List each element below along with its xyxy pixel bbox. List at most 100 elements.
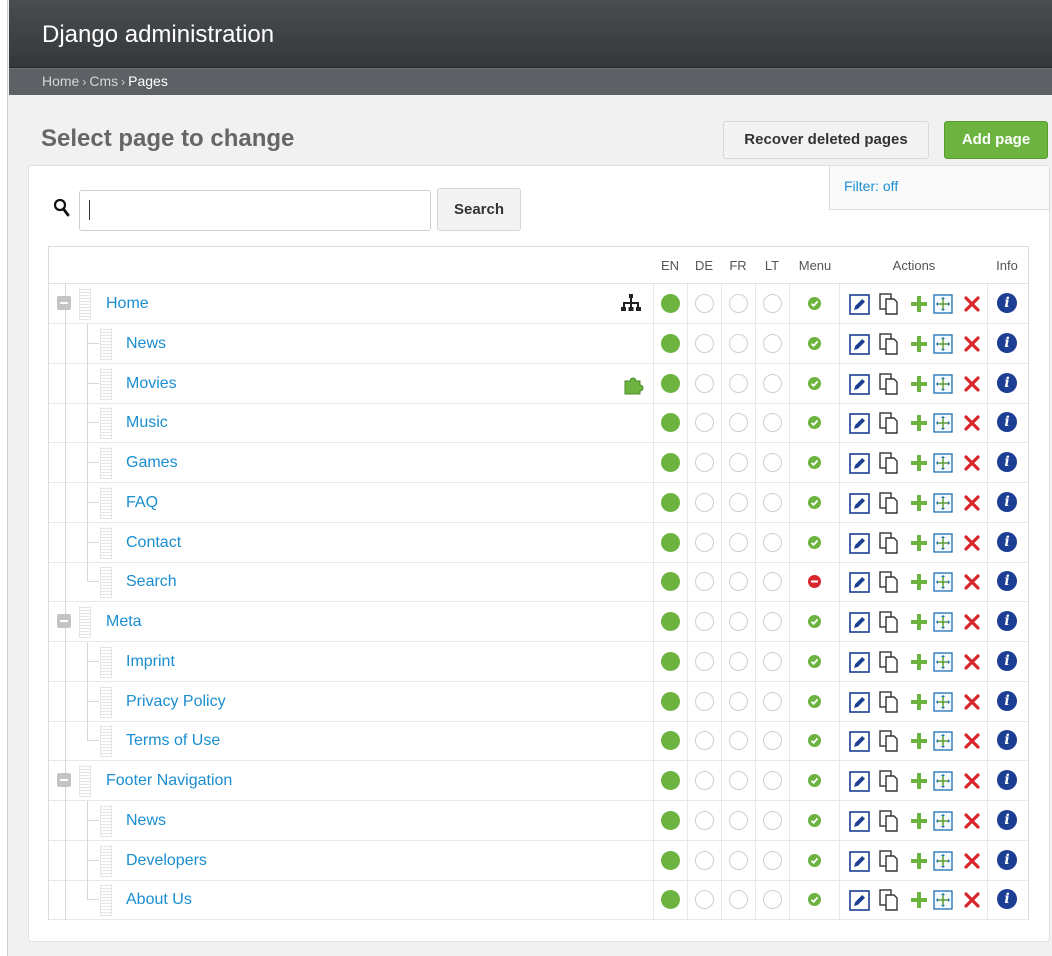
delete-x-icon[interactable] xyxy=(963,412,981,434)
delete-x-icon[interactable] xyxy=(963,770,981,792)
drag-handle[interactable] xyxy=(79,288,91,320)
page-title-link[interactable]: Developers xyxy=(126,852,207,870)
search-input[interactable] xyxy=(79,190,431,231)
info-icon[interactable]: i xyxy=(997,293,1017,313)
add-plus-icon[interactable] xyxy=(910,651,928,673)
delete-x-icon[interactable] xyxy=(963,571,981,593)
info-icon[interactable]: i xyxy=(997,690,1017,711)
menu-check-icon[interactable] xyxy=(808,495,821,509)
language-de-status-icon[interactable] xyxy=(695,294,714,313)
move-icon[interactable] xyxy=(933,770,953,792)
page-title-link[interactable]: Contact xyxy=(126,534,181,552)
language-de-status-icon[interactable] xyxy=(695,691,714,711)
drag-handle[interactable] xyxy=(100,566,112,599)
info-icon[interactable]: i xyxy=(997,809,1017,830)
copy-icon[interactable] xyxy=(879,770,899,792)
menu-check-icon[interactable] xyxy=(808,893,821,907)
copy-icon[interactable] xyxy=(879,849,899,872)
move-icon[interactable] xyxy=(933,333,953,355)
delete-x-icon[interactable] xyxy=(963,373,981,395)
menu-excluded-icon[interactable] xyxy=(808,575,821,589)
drag-handle[interactable] xyxy=(100,526,112,559)
move-icon[interactable] xyxy=(933,730,953,752)
page-title-link[interactable]: News xyxy=(126,812,166,830)
move-icon[interactable] xyxy=(933,293,953,315)
move-icon[interactable] xyxy=(933,532,953,554)
add-page-button[interactable]: Add page xyxy=(944,121,1048,159)
language-de-status-icon[interactable] xyxy=(695,731,714,751)
edit-pencil-icon[interactable] xyxy=(849,333,871,355)
delete-x-icon[interactable] xyxy=(963,651,981,673)
language-fr-status-icon[interactable] xyxy=(729,890,748,910)
sitemap-icon[interactable] xyxy=(621,293,641,313)
language-de-status-icon[interactable] xyxy=(695,810,714,830)
delete-x-icon[interactable] xyxy=(963,810,981,832)
drag-handle[interactable] xyxy=(79,606,91,638)
delete-x-icon[interactable] xyxy=(963,532,981,554)
language-lt-status-icon[interactable] xyxy=(763,771,782,790)
info-icon[interactable]: i xyxy=(997,412,1017,433)
info-icon[interactable]: i xyxy=(997,730,1017,751)
info-icon[interactable]: i xyxy=(997,650,1017,671)
language-de-status-icon[interactable] xyxy=(695,333,714,353)
collapse-minus-icon[interactable] xyxy=(57,773,71,787)
menu-check-icon[interactable] xyxy=(808,297,821,310)
language-fr-status-icon[interactable] xyxy=(729,333,748,353)
move-icon[interactable] xyxy=(933,850,953,872)
copy-icon[interactable] xyxy=(879,611,899,633)
info-icon[interactable]: i xyxy=(997,571,1017,592)
drag-handle[interactable] xyxy=(100,844,112,877)
copy-icon[interactable] xyxy=(879,571,899,593)
language-de-status-icon[interactable] xyxy=(695,453,714,472)
language-de-status-icon[interactable] xyxy=(695,890,714,910)
language-en-status-icon[interactable] xyxy=(661,810,680,830)
breadcrumb-cms[interactable]: Cms xyxy=(89,73,118,89)
language-fr-status-icon[interactable] xyxy=(729,532,748,552)
add-plus-icon[interactable] xyxy=(910,889,928,911)
page-title-link[interactable]: FAQ xyxy=(126,494,158,512)
page-title-link[interactable]: Footer Navigation xyxy=(106,772,232,790)
delete-x-icon[interactable] xyxy=(963,691,981,713)
add-plus-icon[interactable] xyxy=(910,850,928,872)
menu-check-icon[interactable] xyxy=(808,734,821,748)
copy-icon[interactable] xyxy=(879,293,899,315)
language-lt-status-icon[interactable] xyxy=(763,890,782,910)
menu-check-icon[interactable] xyxy=(808,535,821,549)
page-title-link[interactable]: Music xyxy=(126,414,168,432)
delete-x-icon[interactable] xyxy=(963,452,981,474)
language-fr-status-icon[interactable] xyxy=(729,413,748,433)
language-en-status-icon[interactable] xyxy=(661,850,680,870)
language-de-status-icon[interactable] xyxy=(695,850,714,870)
edit-pencil-icon[interactable] xyxy=(849,691,871,713)
delete-x-icon[interactable] xyxy=(963,730,981,752)
page-title-link[interactable]: Meta xyxy=(106,613,142,631)
edit-pencil-icon[interactable] xyxy=(849,810,871,832)
info-icon[interactable]: i xyxy=(997,770,1017,790)
language-fr-status-icon[interactable] xyxy=(729,492,748,512)
delete-x-icon[interactable] xyxy=(963,889,981,911)
page-title-link[interactable]: Imprint xyxy=(126,653,175,671)
drag-handle[interactable] xyxy=(100,367,112,400)
language-en-status-icon[interactable] xyxy=(661,413,680,433)
collapse-minus-icon[interactable] xyxy=(57,296,71,310)
language-en-status-icon[interactable] xyxy=(661,890,680,910)
language-de-status-icon[interactable] xyxy=(695,651,714,671)
breadcrumb-home[interactable]: Home xyxy=(42,73,79,89)
edit-pencil-icon[interactable] xyxy=(849,850,871,872)
drag-handle[interactable] xyxy=(100,327,112,360)
page-title-link[interactable]: Movies xyxy=(126,375,177,393)
add-plus-icon[interactable] xyxy=(910,293,928,315)
menu-check-icon[interactable] xyxy=(808,694,821,708)
language-fr-status-icon[interactable] xyxy=(729,651,748,671)
info-icon[interactable]: i xyxy=(997,849,1017,870)
info-icon[interactable]: i xyxy=(997,889,1017,910)
language-fr-status-icon[interactable] xyxy=(729,453,748,472)
info-icon[interactable]: i xyxy=(997,491,1017,512)
edit-pencil-icon[interactable] xyxy=(849,730,871,753)
move-icon[interactable] xyxy=(933,492,953,514)
page-title-link[interactable]: Home xyxy=(106,295,149,313)
language-en-status-icon[interactable] xyxy=(661,294,680,313)
language-lt-status-icon[interactable] xyxy=(763,294,782,313)
language-lt-status-icon[interactable] xyxy=(763,850,782,870)
add-plus-icon[interactable] xyxy=(910,452,928,474)
